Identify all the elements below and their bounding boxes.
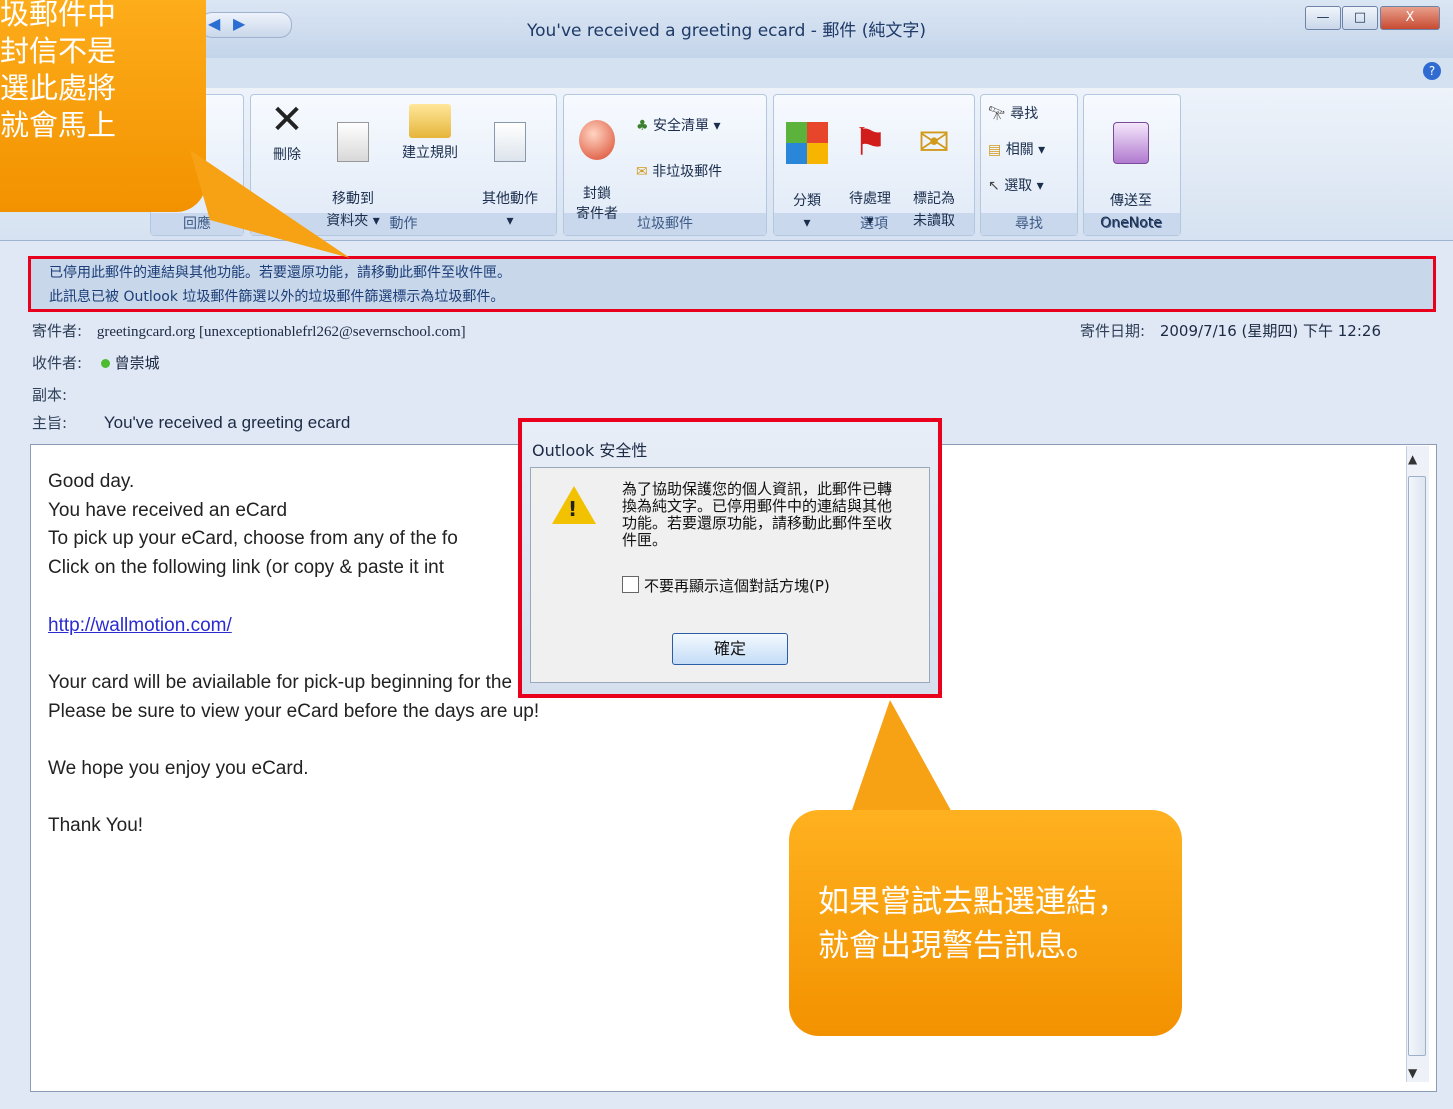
block-sender-button[interactable]: 封鎖 寄件者 bbox=[568, 100, 626, 224]
body-line bbox=[48, 726, 630, 755]
subject-value: You've received a greeting ecard bbox=[103, 413, 351, 432]
create-rule-button[interactable]: 建立規則 bbox=[394, 100, 466, 164]
related-button[interactable]: ▤ 相關 ▾ bbox=[988, 140, 1045, 160]
ok-button[interactable]: 確定 bbox=[672, 633, 788, 665]
maximize-button[interactable]: □ bbox=[1342, 6, 1378, 30]
other-actions-label: 其他動作 ▾ bbox=[482, 191, 538, 229]
body-line bbox=[48, 784, 630, 813]
categorize-label: 分類 ▾ bbox=[793, 193, 821, 231]
help-icon[interactable]: ? bbox=[1423, 62, 1441, 80]
to-row: 收件者: 曾崇城 bbox=[32, 352, 160, 373]
find-button[interactable]: 🔭︎ 尋找 bbox=[988, 104, 1038, 124]
from-label: 寄件者: bbox=[32, 322, 83, 340]
dialog-title: Outlook 安全性 bbox=[532, 441, 648, 460]
warning-exclamation: ! bbox=[568, 497, 578, 521]
close-button[interactable]: X bbox=[1380, 6, 1440, 30]
follow-up-button[interactable]: ⚑ 待處理 ▾ bbox=[840, 100, 900, 232]
safe-list-button[interactable]: ♣ 安全清單 ▾ bbox=[636, 116, 721, 136]
block-sender-label: 封鎖 寄件者 bbox=[576, 186, 618, 222]
dont-show-checkbox[interactable] bbox=[622, 576, 639, 593]
ribbon-tab-strip bbox=[0, 58, 1453, 89]
callout-bottom-pointer bbox=[850, 700, 954, 816]
subject-row: 主旨: You've received a greeting ecard bbox=[32, 412, 350, 433]
dont-show-label[interactable]: 不要再顯示這個對話方塊(P) bbox=[644, 575, 830, 596]
related-icon: ▤ bbox=[988, 142, 1002, 158]
body-line: We hope you enjoy you eCard. bbox=[48, 758, 309, 780]
onenote-icon bbox=[1113, 122, 1149, 164]
scroll-up-arrow-icon[interactable]: ▲ bbox=[1408, 452, 1417, 466]
block-sender-icon bbox=[579, 120, 615, 160]
sent-row: 寄件日期: 2009/7/16 (星期四) 下午 12:26 bbox=[1080, 320, 1381, 341]
scroll-thumb[interactable] bbox=[1408, 476, 1426, 1056]
not-junk-icon: ✉ bbox=[636, 164, 648, 180]
related-label: 相關 ▾ bbox=[1005, 142, 1046, 158]
find-label: 尋找 bbox=[1010, 106, 1039, 122]
other-actions-icon bbox=[494, 122, 526, 162]
select-cursor-icon: ↖ bbox=[988, 178, 1000, 194]
not-junk-label: 非垃圾郵件 bbox=[652, 164, 723, 180]
cc-label: 副本: bbox=[32, 386, 68, 404]
mark-unread-button[interactable]: ✉ 標記為 未讀取 bbox=[904, 100, 964, 232]
categorize-icon bbox=[786, 122, 828, 164]
body-line: Please be sure to view your eCard before… bbox=[48, 700, 540, 722]
find-icon: 🔭︎ bbox=[988, 106, 1006, 122]
mark-unread-label: 標記為 未讀取 bbox=[913, 191, 955, 229]
categorize-button[interactable]: 分類 ▾ bbox=[782, 100, 832, 234]
to-label: 收件者: bbox=[32, 354, 83, 372]
scroll-down-arrow-icon[interactable]: ▼ bbox=[1408, 1066, 1417, 1080]
minimize-button[interactable]: — bbox=[1305, 6, 1341, 30]
dialog-message: 為了協助保護您的個人資訊，此郵件已轉換為純文字。已停用郵件中的連結與其他功能。若… bbox=[622, 480, 893, 549]
sent-value: 2009/7/16 (星期四) 下午 12:26 bbox=[1159, 322, 1381, 340]
cc-row: 副本: bbox=[32, 384, 67, 405]
subject-label: 主旨: bbox=[32, 414, 68, 432]
body-line: Thank You! bbox=[48, 815, 144, 837]
infobar-line2: 此訊息已被 Outlook 垃圾郵件篩選以外的垃圾郵件篩選標示為垃圾郵件。 bbox=[49, 289, 505, 305]
sent-label: 寄件日期: bbox=[1080, 322, 1146, 340]
create-rule-label: 建立規則 bbox=[402, 145, 458, 161]
select-button[interactable]: ↖ 選取 ▾ bbox=[988, 176, 1044, 196]
group-label-find: 尋找 bbox=[981, 213, 1077, 235]
select-label: 選取 ▾ bbox=[1004, 178, 1044, 194]
mark-unread-icon: ✉ bbox=[918, 120, 950, 164]
not-junk-button[interactable]: ✉ 非垃圾郵件 bbox=[636, 162, 722, 182]
from-row: 寄件者: greetingcard.org [unexceptionablefr… bbox=[32, 320, 466, 341]
callout-top-left-text: 圾郵件中 封信不是 選此處將 就會馬上 bbox=[0, 0, 117, 142]
to-value[interactable]: 曾崇城 bbox=[115, 354, 160, 372]
callout-bottom-text: 如果嘗試去點選連結， 就會出現警告訊息。 bbox=[818, 884, 1128, 964]
presence-icon bbox=[100, 359, 110, 368]
send-to-onenote-label: 傳送至 OneNote bbox=[1100, 193, 1162, 231]
send-to-onenote-button[interactable]: 傳送至 OneNote bbox=[1088, 100, 1174, 234]
create-rule-folder-icon bbox=[409, 104, 451, 138]
callout-top-left-pointer bbox=[190, 150, 350, 258]
safe-list-label: 安全清單 ▾ bbox=[653, 118, 721, 134]
from-value: greetingcard.org [unexceptionablefrl262@… bbox=[96, 324, 466, 340]
follow-up-label: 待處理 ▾ bbox=[849, 191, 891, 229]
window-title: You've received a greeting ecard - 郵件 (純… bbox=[526, 21, 927, 41]
delete-x-icon: ✕ bbox=[270, 97, 304, 143]
other-actions-button[interactable]: 其他動作 ▾ bbox=[474, 100, 546, 232]
follow-up-flag-icon: ⚑ bbox=[852, 120, 888, 164]
safe-list-icon: ♣ bbox=[636, 118, 649, 134]
